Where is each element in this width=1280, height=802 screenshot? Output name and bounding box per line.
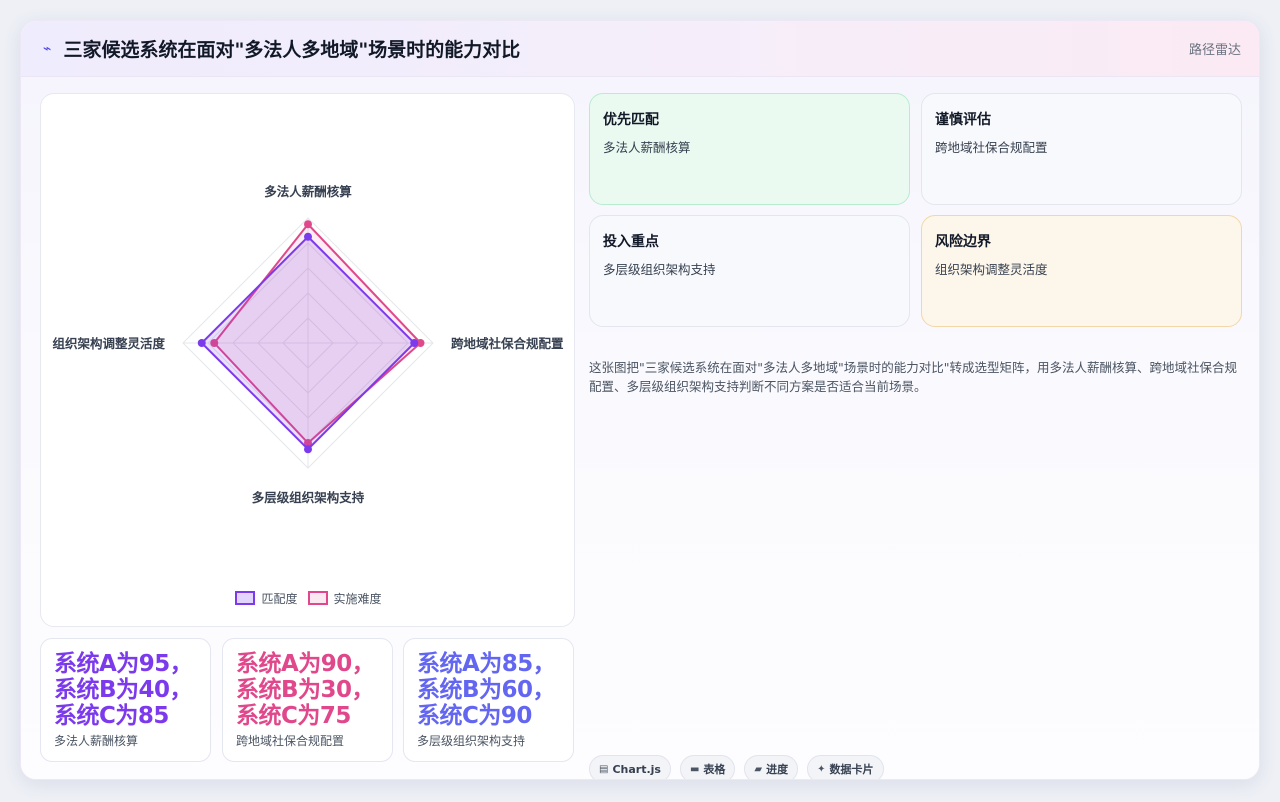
progress-icon: ▰ (754, 763, 763, 775)
insight-card-risk: 风险边界 组织架构调整灵活度 (921, 215, 1242, 327)
radar-chart-panel: 多法人薪酬核算跨地域社保合规配置多层级组织架构支持 组织架构调整灵活度 匹配度 实… (40, 93, 575, 627)
pill-label: 数据卡片 (829, 763, 874, 776)
card-header: ⌁ 三家候选系统在面对"多法人多地域"场景时的能力对比 路径雷达 (21, 21, 1259, 77)
radar-axis-label: 多法人薪酬核算 (264, 184, 352, 199)
legend-swatch-difficulty (307, 591, 328, 605)
bolt-icon: ⌁ (43, 40, 52, 57)
card-body: 多法人薪酬核算 跨地域社保合规配置 多层级组织架构支持 组织架构调整灵活度 匹配度 实… (21, 77, 1259, 779)
stat-label: 多层级组织架构支持 (417, 734, 526, 748)
radar-data-point (197, 339, 206, 347)
legend-item-match[interactable]: 匹配度 (235, 590, 298, 607)
insight-card-priority: 优先匹配 多法人薪酬核算 (589, 93, 910, 205)
legend-swatch-match (235, 591, 256, 605)
feature-pills: ▤ Chart.js ▬ 表格 ▰ 进度 ✦ 数据卡片 (589, 755, 884, 779)
stat-value: 系统A为95，系统B为40，系统C为85 (54, 651, 193, 729)
insight-text: 跨地域社保合规配置 (935, 140, 1048, 155)
chart-type-tag: 路径雷达 (1188, 43, 1241, 58)
insight-title: 优先匹配 (603, 112, 659, 128)
insight-title: 谨慎评估 (935, 112, 991, 128)
insight-card-caution: 谨慎评估 跨地域社保合规配置 (921, 93, 1242, 205)
radar-axis-label: 组织架构调整灵活度 (52, 336, 165, 351)
stat-label: 多法人薪酬核算 (54, 734, 139, 748)
stat-card-payroll: 系统A为95，系统B为40，系统C为85 多法人薪酬核算 (40, 638, 211, 762)
table-icon: ▬ (689, 763, 700, 775)
insight-title: 投入重点 (603, 234, 659, 250)
radar-series-area (200, 235, 416, 451)
pill-table[interactable]: ▬ 表格 (679, 755, 736, 779)
stat-card-social-security: 系统A为90，系统B为30，系统C为75 跨地域社保合规配置 (222, 638, 393, 762)
chart-legend: 匹配度 实施难度 (41, 588, 576, 608)
radar-axis-label: 多层级组织架构支持 (252, 490, 365, 505)
insight-text: 多层级组织架构支持 (603, 262, 716, 277)
insight-title: 风险边界 (935, 234, 991, 250)
pill-data-card[interactable]: ✦ 数据卡片 (807, 755, 884, 779)
stat-label: 跨地域社保合规配置 (236, 734, 345, 748)
page-title: 三家候选系统在面对"多法人多地域"场景时的能力对比 (63, 39, 521, 61)
pill-label: 进度 (766, 763, 789, 776)
stat-value: 系统A为85，系统B为60，系统C为90 (417, 651, 556, 729)
radar-data-point (410, 339, 419, 347)
insight-text: 组织架构调整灵活度 (935, 262, 1048, 277)
stat-cards: 系统A为95，系统B为40，系统C为85 多法人薪酬核算 系统A为90，系统B为… (40, 638, 575, 762)
pill-progress[interactable]: ▰ 进度 (744, 755, 799, 779)
stat-value: 系统A为90，系统B为30，系统C为75 (236, 651, 375, 729)
legend-label-match: 匹配度 (261, 591, 298, 606)
insight-card-investment: 投入重点 多层级组织架构支持 (589, 215, 910, 327)
radar-data-point (304, 220, 312, 229)
insight-text: 多法人薪酬核算 (603, 140, 691, 155)
radar-data-point (304, 232, 312, 241)
chart-description: 这张图把"三家候选系统在面对"多法人多地域"场景时的能力对比"转成选型矩阵，用多… (589, 360, 1238, 394)
legend-item-difficulty[interactable]: 实施难度 (307, 590, 382, 607)
pill-label: Chart.js (612, 762, 661, 776)
chart-icon: ▤ (599, 763, 609, 775)
sparkle-icon: ✦ (817, 763, 826, 775)
comparison-card: ⌁ 三家候选系统在面对"多法人多地域"场景时的能力对比 路径雷达 多法人薪酬核算… (20, 20, 1260, 780)
radar-axis-label: 跨地域社保合规配置 (451, 336, 564, 351)
stat-card-org-structure: 系统A为85，系统B为60，系统C为90 多层级组织架构支持 (403, 638, 574, 762)
radar-chart: 多法人薪酬核算跨地域社保合规配置多层级组织架构支持 组织架构调整灵活度 (52, 184, 564, 505)
legend-label-difficulty: 实施难度 (333, 591, 382, 606)
radar-data-point (304, 445, 312, 454)
pill-chartjs[interactable]: ▤ Chart.js (589, 755, 671, 779)
pill-label: 表格 (703, 763, 726, 776)
